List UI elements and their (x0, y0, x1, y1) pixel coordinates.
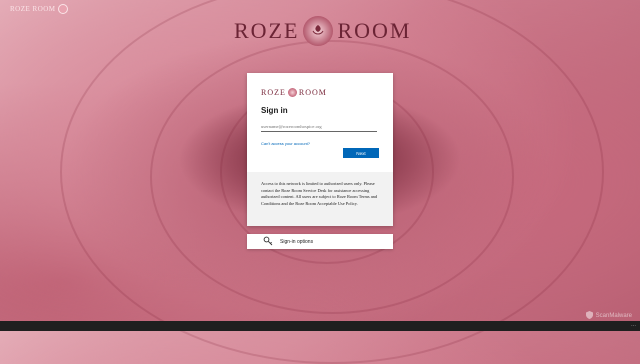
sign-in-options-button[interactable]: Sign-in options (247, 234, 393, 249)
bottom-bar (0, 321, 640, 331)
username-input[interactable] (261, 123, 377, 132)
sign-in-title: Sign in (261, 106, 288, 115)
cant-access-account-link[interactable]: Can't access your account? (261, 141, 379, 146)
key-search-icon (263, 233, 273, 251)
shield-icon (585, 311, 593, 321)
sign-in-card-body: ROZE ROOM Sign in Can't access your acco… (247, 73, 393, 159)
top-left-logo: ROZE ROOM (10, 4, 68, 14)
access-notice: Access to this network is limited to aut… (247, 172, 393, 226)
watermark: ScanMalware (585, 311, 632, 321)
watermark-text: ScanMalware (595, 313, 632, 319)
card-logo-word-right: ROOM (298, 88, 327, 97)
sign-in-options-label: Sign-in options (280, 238, 314, 245)
rose-emblem-icon (57, 4, 68, 14)
top-logo-label: ROZE ROOM (10, 5, 56, 13)
logo-word-right: ROOM (337, 18, 412, 43)
card-logo: ROZE ROOM (261, 88, 379, 97)
rose-emblem-icon (287, 88, 297, 97)
more-options-icon[interactable]: ... (631, 322, 636, 328)
rose-emblem-icon (303, 16, 334, 46)
card-logo-word-left: ROZE (261, 88, 286, 97)
header-logo: ROZE ROOM (234, 16, 411, 46)
next-button[interactable]: Next (343, 148, 379, 158)
logo-word-left: ROZE (234, 18, 300, 43)
sign-in-card: ROZE ROOM Sign in Can't access your acco… (247, 73, 393, 226)
